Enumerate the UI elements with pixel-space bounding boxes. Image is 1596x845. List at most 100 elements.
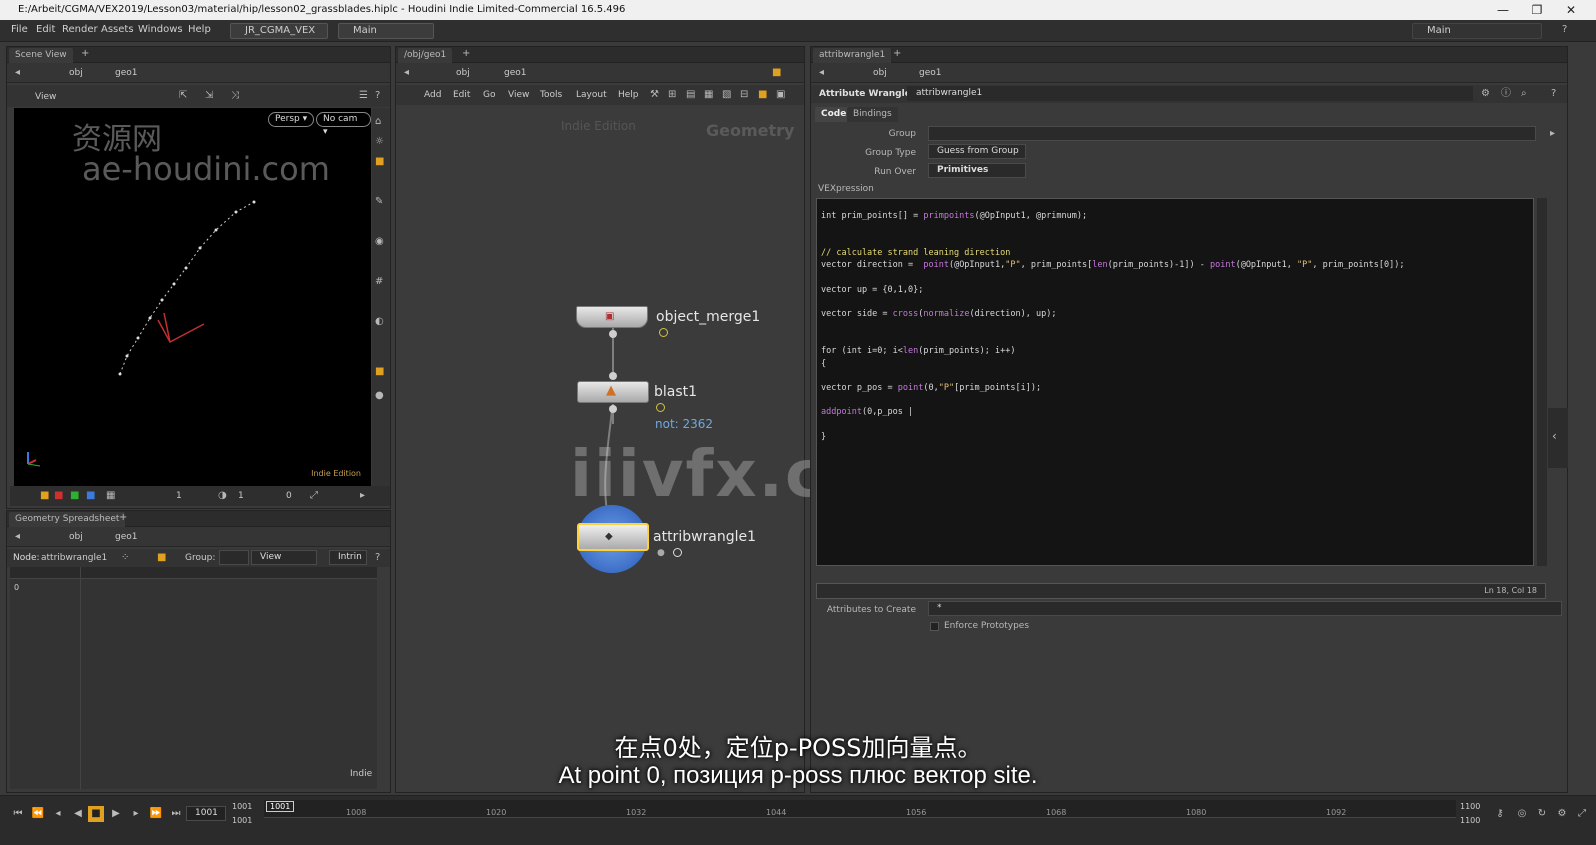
node-label-blast1[interactable]: blast1 <box>654 384 697 400</box>
timeline-ruler[interactable]: 1001 1008 1020 1032 1044 1056 1068 1080 … <box>264 800 1456 818</box>
prev-key-icon[interactable]: ⏪ <box>30 806 46 822</box>
output-port[interactable] <box>609 405 617 413</box>
light-bulb-icon[interactable]: ● <box>375 390 384 402</box>
add-tab-icon[interactable]: + <box>462 48 470 60</box>
net-menu-view[interactable]: View <box>508 88 529 102</box>
brush-icon[interactable]: ✎ <box>375 196 383 208</box>
add-tab-icon[interactable]: + <box>893 48 901 60</box>
tab-bindings[interactable]: Bindings <box>847 107 898 122</box>
view-button[interactable]: View <box>251 550 317 565</box>
menu-edit[interactable]: Edit <box>36 24 55 35</box>
intrinsic-button[interactable]: Intrin <box>329 550 367 565</box>
vex-code-editor[interactable]: int prim_points[] = primpoints(@OpInput1… <box>816 198 1534 566</box>
node-attribwrangle1[interactable]: ◆ <box>577 523 649 551</box>
color-icon[interactable]: ▣ <box>776 89 785 101</box>
add-tab-icon[interactable]: + <box>81 48 89 60</box>
snap-icon[interactable]: ■ <box>375 156 384 168</box>
node-blast1[interactable]: ▲ <box>577 381 649 403</box>
net-menu-layout[interactable]: Layout <box>576 88 607 102</box>
jump-start-icon[interactable]: ⏮ <box>10 806 26 822</box>
net-menu-go[interactable]: Go <box>483 88 495 102</box>
render-icon[interactable]: ■ <box>375 366 384 378</box>
play-reverse-icon[interactable]: ◀ <box>70 806 86 822</box>
info-icon[interactable]: ⓘ <box>1501 88 1511 100</box>
realtime-icon[interactable]: ◎ <box>1514 806 1530 822</box>
input-port[interactable] <box>609 372 617 380</box>
jump-end-icon[interactable]: ⏭ <box>168 806 184 822</box>
path-node[interactable]: geo1 <box>504 66 526 80</box>
path-node[interactable]: geo1 <box>115 530 137 544</box>
path-root[interactable]: obj <box>69 530 83 544</box>
green-flag-icon[interactable]: ■ <box>70 490 79 502</box>
minimize-button[interactable]: — <box>1488 0 1518 20</box>
tab-geometry-spreadsheet[interactable]: Geometry Spreadsheet <box>9 512 126 527</box>
node-name-field[interactable]: attribwrangle1 <box>907 86 1473 101</box>
bottom-value-2[interactable]: 1 <box>238 489 244 503</box>
contrast-icon[interactable]: ◑ <box>218 490 227 502</box>
group-arrow-icon[interactable]: ▸ <box>1550 128 1555 140</box>
stop-icon[interactable]: ■ <box>88 806 104 822</box>
3d-viewport[interactable]: 资源网 ae-houdini.com Persp ▾ No cam ▾ Indi… <box>14 108 371 486</box>
transform-tool-icon[interactable]: ⇲ <box>205 90 213 102</box>
desktop-selector-right[interactable]: Main <box>1412 23 1542 39</box>
bottom-value-3[interactable]: 0 <box>286 489 292 503</box>
layout-icon[interactable]: ▧ <box>722 89 731 101</box>
tab-scene-view[interactable]: Scene View <box>9 48 73 63</box>
expand-icon[interactable]: ⤢ <box>1574 806 1590 822</box>
bottom-value-1[interactable]: 1 <box>176 489 182 503</box>
key-icon[interactable]: ⚷ <box>1492 806 1508 822</box>
help-icon[interactable]: ? <box>1562 24 1567 36</box>
side-collapse-handle[interactable]: ‹ <box>1548 408 1568 468</box>
handle-tool-icon[interactable]: ⤨ <box>231 90 239 102</box>
blue-flag-icon[interactable]: ■ <box>86 490 95 502</box>
step-forward-icon[interactable]: ▸ <box>128 806 144 822</box>
menu-assets[interactable]: Assets <box>101 24 134 35</box>
desktop-selector[interactable]: Main <box>338 23 434 39</box>
points-icon[interactable]: ⁘ <box>121 552 129 564</box>
start-frame[interactable]: 1001 <box>232 802 252 811</box>
path-node[interactable]: geo1 <box>115 66 137 80</box>
grid-icon[interactable]: # <box>375 276 383 288</box>
start-frame-2[interactable]: 1001 <box>232 816 252 825</box>
spreadsheet-help-icon[interactable]: ? <box>375 552 380 564</box>
menu-render[interactable]: Render <box>62 24 98 35</box>
end-frame-2[interactable]: 1100 <box>1460 816 1480 825</box>
select-tool-icon[interactable]: ⇱ <box>179 90 187 102</box>
net-menu-help[interactable]: Help <box>618 88 639 102</box>
step-back-icon[interactable]: ◂ <box>50 806 66 822</box>
loop-icon[interactable]: ↻ <box>1534 806 1550 822</box>
node-label-object-merge1[interactable]: object_merge1 <box>656 309 760 325</box>
wireframe-icon[interactable]: ▦ <box>106 490 115 502</box>
list-icon[interactable]: ▤ <box>686 89 695 101</box>
expand-icon[interactable]: ⤢ <box>310 490 318 502</box>
frame-marker[interactable]: 1001 <box>266 801 295 812</box>
back-arrow-icon[interactable]: ◂ <box>15 67 20 79</box>
note-icon[interactable]: ■ <box>758 89 767 101</box>
maximize-button[interactable]: ❐ <box>1522 0 1552 20</box>
group-field[interactable] <box>219 550 249 565</box>
grid-icon[interactable]: ▦ <box>704 89 713 101</box>
back-arrow-icon[interactable]: ◂ <box>404 67 409 79</box>
back-arrow-icon[interactable]: ◂ <box>819 67 824 79</box>
viewer-help-icon[interactable]: ? <box>375 90 380 102</box>
node-label-attribwrangle1[interactable]: attribwrangle1 <box>653 529 756 545</box>
node-flag-icon[interactable] <box>659 328 668 337</box>
next-key-icon[interactable]: ⏩ <box>148 806 164 822</box>
pin-icon[interactable]: ■ <box>772 67 781 79</box>
param-icon[interactable]: ⊟ <box>740 89 748 101</box>
path-root[interactable]: obj <box>456 66 470 80</box>
camera-icon[interactable]: ◉ <box>375 236 384 248</box>
params-help-icon[interactable]: ? <box>1551 88 1556 100</box>
display-flag-icon[interactable]: ■ <box>40 490 49 502</box>
path-root[interactable]: obj <box>873 66 887 80</box>
primitives-icon[interactable]: ■ <box>157 552 166 564</box>
tab-network[interactable]: /obj/geo1 <box>398 48 453 63</box>
menu-file[interactable]: File <box>11 24 28 35</box>
net-menu-edit[interactable]: Edit <box>453 88 470 102</box>
path-node[interactable]: geo1 <box>919 66 941 80</box>
lighting-icon[interactable]: ☼ <box>375 136 384 148</box>
net-menu-tools[interactable]: Tools <box>540 88 562 102</box>
red-flag-icon[interactable]: ■ <box>54 490 63 502</box>
code-scrollbar[interactable] <box>1537 198 1547 566</box>
group-field[interactable] <box>928 126 1536 141</box>
